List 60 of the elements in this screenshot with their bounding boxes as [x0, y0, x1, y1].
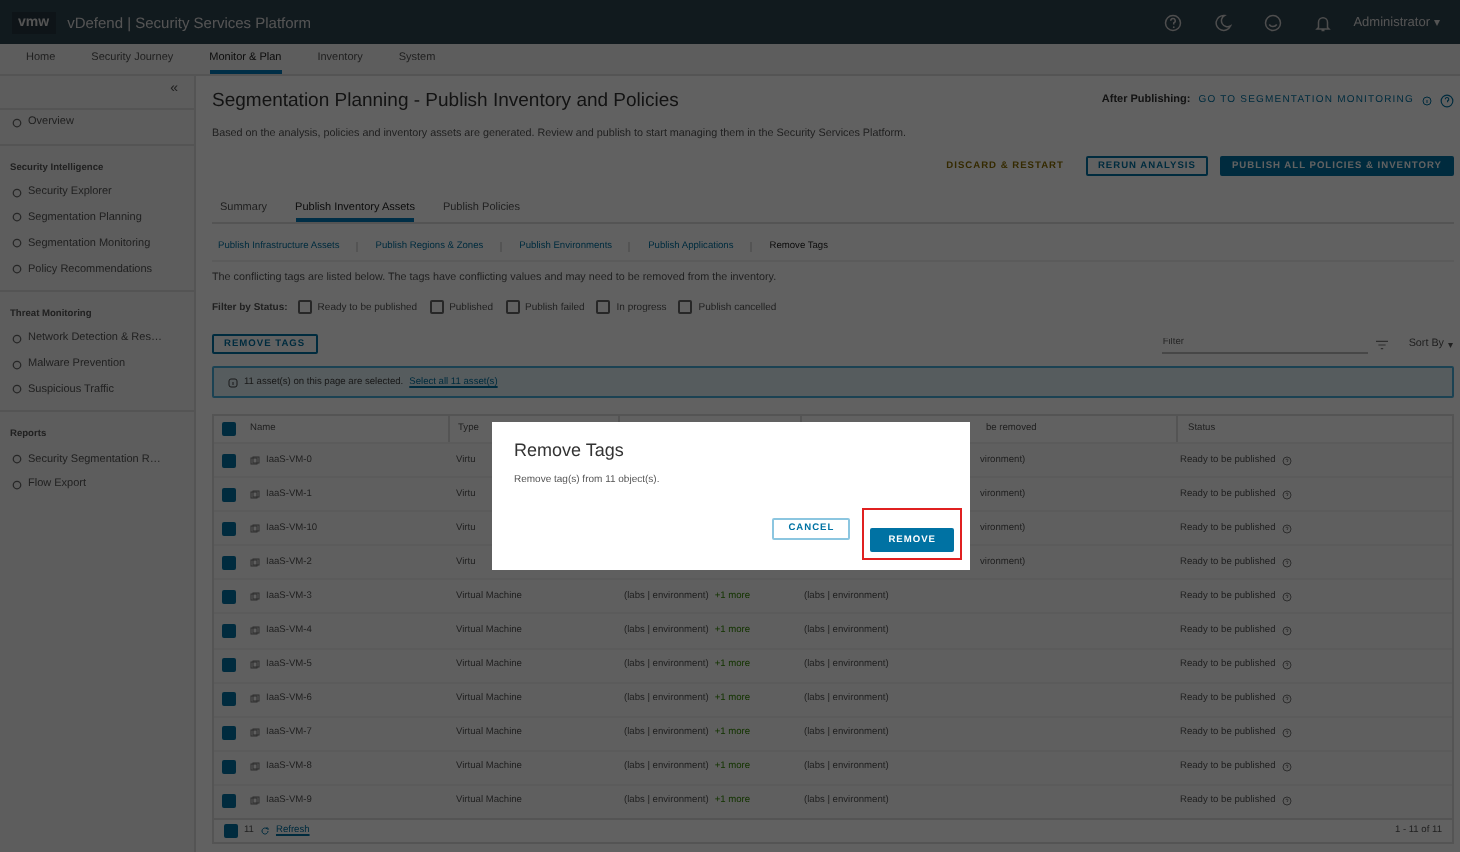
help-icon[interactable] [1281, 557, 1292, 568]
box-icon [250, 557, 260, 568]
checkbox[interactable] [297, 300, 312, 314]
box-icon [250, 489, 260, 500]
circle-icon [12, 264, 22, 275]
box-icon [250, 660, 260, 671]
circle-icon [12, 359, 22, 370]
dialog-title: Remove Tags [514, 440, 626, 460]
bell-icon[interactable] [1313, 13, 1332, 31]
help-icon[interactable] [1281, 762, 1292, 773]
box-icon [250, 694, 260, 705]
row-checkbox[interactable] [222, 555, 236, 570]
circle-icon [12, 187, 22, 198]
circle-icon [12, 238, 22, 249]
row-checkbox[interactable] [222, 658, 236, 673]
row-checkbox[interactable] [222, 794, 236, 809]
moon-icon[interactable] [1213, 13, 1232, 31]
help-icon[interactable] [1281, 694, 1292, 705]
filter-icon[interactable] [1376, 339, 1389, 349]
help-icon[interactable] [1281, 796, 1292, 807]
row-checkbox[interactable] [222, 521, 236, 536]
row-checkbox[interactable] [222, 453, 236, 468]
help-icon[interactable] [1440, 93, 1454, 107]
select-all-checkbox[interactable] [222, 422, 236, 436]
footer-checkbox[interactable] [224, 824, 238, 839]
row-checkbox[interactable] [222, 624, 236, 639]
circle-icon [12, 454, 22, 465]
circle-icon [12, 333, 22, 344]
checkbox[interactable] [596, 300, 611, 314]
page-title: Segmentation Planning - Publish Inventory and Policies [212, 89, 679, 111]
checkbox[interactable] [429, 300, 444, 314]
help-icon[interactable] [1281, 626, 1292, 637]
help-icon[interactable] [1281, 523, 1292, 534]
info-icon [1422, 95, 1432, 105]
help-icon[interactable] [1281, 728, 1292, 739]
help-icon[interactable] [1281, 455, 1292, 466]
circle-icon [12, 384, 22, 395]
checkbox[interactable] [678, 300, 693, 314]
refresh-icon[interactable] [259, 826, 270, 837]
box-icon [250, 523, 260, 534]
row-checkbox[interactable] [222, 589, 236, 604]
row-checkbox[interactable] [222, 487, 236, 502]
row-checkbox[interactable] [222, 726, 236, 741]
help-icon[interactable] [1281, 660, 1292, 671]
box-icon [250, 455, 260, 466]
box-icon [250, 591, 260, 602]
help-icon[interactable] [1281, 489, 1292, 500]
box-icon [250, 626, 260, 637]
circle-icon [12, 212, 22, 223]
circle-icon [12, 117, 22, 128]
circle-icon [12, 479, 22, 490]
box-icon [250, 762, 260, 773]
box-icon [250, 796, 260, 807]
checkbox[interactable] [505, 300, 520, 314]
help-icon[interactable] [1281, 591, 1292, 602]
row-checkbox[interactable] [222, 760, 236, 775]
info-icon [228, 377, 238, 387]
smile-icon[interactable] [1263, 13, 1282, 31]
box-icon [250, 728, 260, 739]
row-checkbox[interactable] [222, 692, 236, 707]
